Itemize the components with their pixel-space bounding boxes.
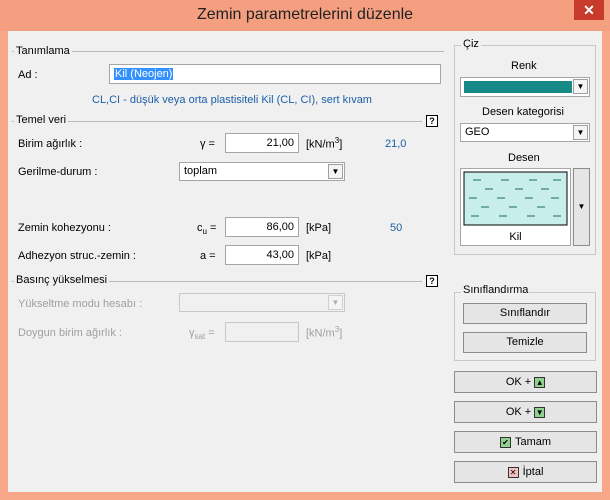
ok-add-down-label: OK + [505,406,532,418]
close-button[interactable]: ✕ [574,0,604,20]
name-label: Ad : [18,69,38,81]
help-icon[interactable]: ? [426,115,438,127]
ok-add-up-button[interactable]: OK + ▲ [454,371,597,393]
iptal-button[interactable]: ✕ İptal [454,461,597,483]
dialog-body: Tanımlama Ad : Kil (Neojen) CL,CI - düşü… [8,31,602,492]
check-icon: ✔ [499,436,511,448]
section-tanimlama: Tanımlama [14,45,72,57]
name-input[interactable]: Kil (Neojen) [109,64,441,84]
adhesion-input[interactable]: 43,00 [225,245,299,265]
pattern-preview[interactable]: Kil [460,168,571,246]
pattern-label: Desen [508,152,540,164]
classify-button[interactable]: Sınıflandır [463,303,587,324]
pattern-name: Kil [509,231,522,243]
adhesion-symbol: a = [200,250,216,262]
clay-pattern-icon [463,171,568,226]
soil-description: CL,CI - düşük veya orta plastisiteli Kil… [92,94,372,106]
color-label: Renk [511,60,537,72]
name-input-value: Kil (Neojen) [114,68,174,80]
chevron-down-icon[interactable]: ▼ [573,79,588,94]
sat-weight-symbol: γsat = [189,327,215,342]
pattern-category-value: GEO [465,126,490,138]
unit-weight-input[interactable]: 21,00 [225,133,299,153]
section-siniflandirma: Sınıflandırma [461,284,531,296]
divider [12,121,422,122]
unit-weight-unit: [kN/m3] [306,136,343,151]
unit-weight-symbol: γ = [200,138,215,150]
arrow-up-icon: ▲ [534,376,546,388]
sat-weight-input[interactable] [225,322,299,342]
cancel-icon: ✕ [507,466,519,478]
chevron-down-icon[interactable]: ▼ [328,295,343,310]
sat-weight-label: Doygun birim ağırlık : [18,327,122,339]
sat-weight-unit: [kN/m3] [306,325,343,340]
adhesion-label: Adhezyon struc.-zemin : [18,250,136,262]
color-swatch [464,81,572,93]
cohesion-label: Zemin kohezyonu : [18,222,111,234]
chevron-down-icon[interactable]: ▼ [328,164,343,179]
stress-state-select[interactable]: toplam ▼ [179,162,345,181]
pattern-category-select[interactable]: GEO ▼ [460,123,590,142]
ok-add-up-label: OK + [505,376,532,388]
clear-button[interactable]: Temizle [463,332,587,353]
stress-state-label: Gerilme-durum : [18,166,98,178]
tamam-label: Tamam [514,436,552,448]
pattern-dropdown-button[interactable]: ▼ [573,168,590,246]
cohesion-hint: 50 [390,222,403,234]
dialog-window: Zemin parametrelerini düzenle ✕ Tanımlam… [0,0,610,500]
section-temel-veri: Temel veri [14,114,69,126]
stress-state-value: toplam [184,165,218,177]
cohesion-symbol: cu = [197,222,217,237]
section-basinc: Basınç yükselmesi [14,274,110,286]
window-title: Zemin parametrelerini düzenle [196,6,414,23]
tamam-button[interactable]: ✔ Tamam [454,431,597,453]
help-icon[interactable]: ? [426,275,438,287]
unit-weight-label: Birim ağırlık : [18,138,83,150]
divider [12,51,444,52]
arrow-down-icon: ▼ [534,406,546,418]
color-select[interactable]: ▼ [460,77,590,97]
cohesion-input[interactable]: 86,00 [225,217,299,237]
title-bar[interactable]: Zemin parametrelerini düzenle ✕ [0,0,610,31]
pattern-category-label: Desen kategorisi [482,106,564,118]
adhesion-unit: [kPa] [306,250,332,262]
ok-add-down-button[interactable]: OK + ▼ [454,401,597,423]
iptal-label: İptal [522,466,544,478]
chevron-down-icon[interactable]: ▼ [573,125,588,140]
mode-label: Yükseltme modu hesabı : [18,298,143,310]
unit-weight-hint: 21,0 [385,138,407,150]
cohesion-unit: [kPa] [306,222,332,234]
section-ciz: Çiz [461,38,481,50]
mode-select[interactable]: ▼ [179,293,345,312]
